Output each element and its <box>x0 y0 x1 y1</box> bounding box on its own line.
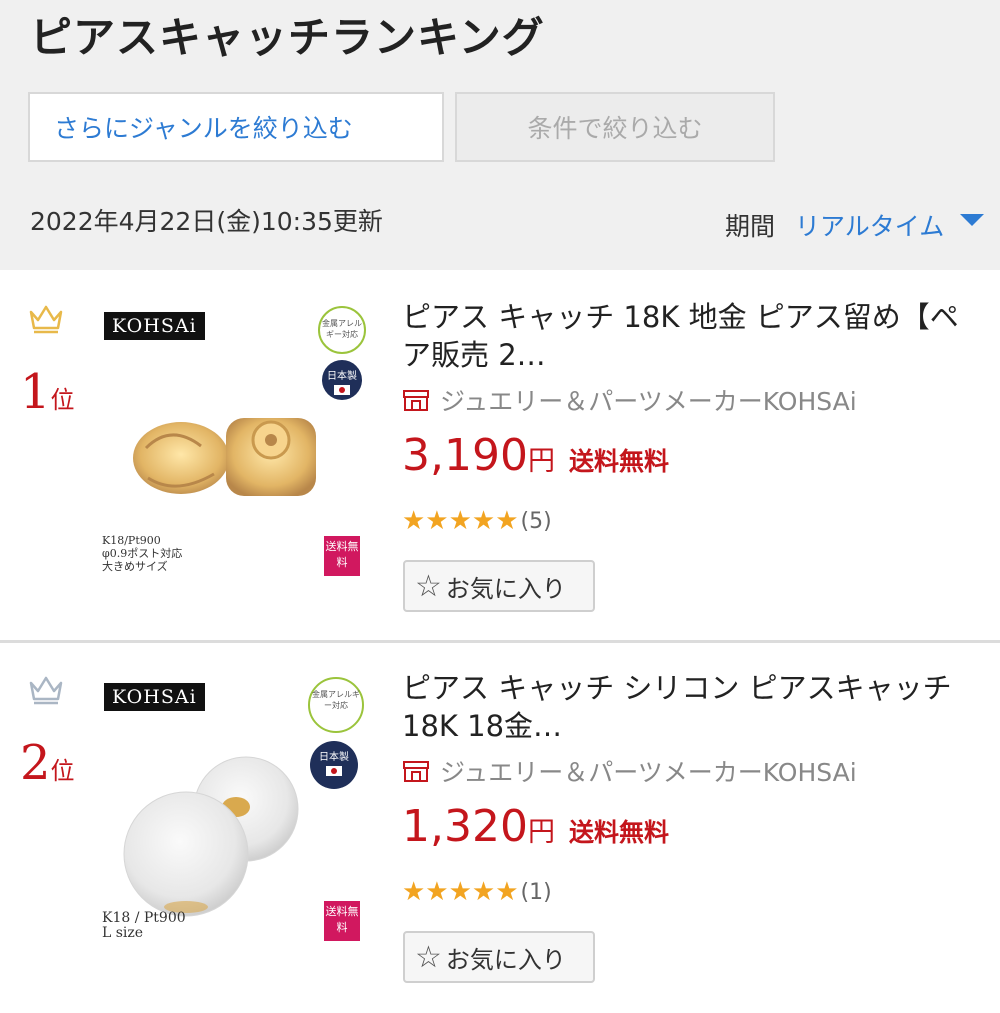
page-title: ピアスキャッチランキング <box>30 13 545 62</box>
star-outline-icon: ☆ <box>415 568 442 604</box>
shop-name[interactable]: ジュエリー＆パーツメーカーKOHSAi <box>402 753 857 789</box>
allergy-badge: 金属アレルギー対応 <box>318 306 366 354</box>
rating[interactable]: ★★★★★ (1) <box>402 879 552 905</box>
favorite-button[interactable]: ☆ お気に入り <box>403 931 595 983</box>
condition-filter-button[interactable]: 条件で絞り込む <box>455 92 775 162</box>
price: 1,320 <box>402 801 528 852</box>
silicone-earring-back-image <box>123 756 299 917</box>
period-select[interactable]: リアルタイム <box>795 207 944 243</box>
review-count: (5) <box>520 508 552 534</box>
rank-label: 2位 <box>20 735 75 791</box>
favorite-button[interactable]: ☆ お気に入り <box>403 560 595 612</box>
genre-filter-button[interactable]: さらにジャンルを絞り込む <box>28 92 444 162</box>
currency: 円 <box>527 817 555 848</box>
header: ピアスキャッチランキング さらにジャンルを絞り込む 条件で絞り込む 2022年4… <box>0 0 1000 270</box>
currency: 円 <box>527 446 555 477</box>
rating[interactable]: ★★★★★ (5) <box>402 508 552 534</box>
japan-flag-icon <box>334 385 350 395</box>
shop-icon <box>403 761 429 782</box>
product-image[interactable]: KOHSAi 金属アレルギー対応 日本製 K18 / Pt900 L size … <box>96 669 374 965</box>
shipping-label: 送料無料 <box>568 447 669 476</box>
star-icon: ★★★★★ <box>402 877 519 907</box>
made-in-japan-badge: 日本製 <box>322 360 362 400</box>
free-shipping-badge: 送料無料 <box>324 536 360 576</box>
ranking-item[interactable]: 1位 KOHSAi 金属アレルギー対応 日本製 K18/Pt900 φ0.9ポス… <box>0 272 1000 642</box>
price-row: 3,190 円 送料無料 <box>402 430 669 481</box>
chevron-down-icon[interactable] <box>960 214 984 226</box>
allergy-badge: 金属アレルギー対応 <box>308 677 364 733</box>
made-in-japan-badge: 日本製 <box>310 741 358 789</box>
product-image[interactable]: KOHSAi 金属アレルギー対応 日本製 K18/Pt900 φ0.9ポスト対応… <box>96 298 374 594</box>
spec-text: K18 / Pt900 L size <box>102 910 186 941</box>
rank-label: 1位 <box>20 364 75 420</box>
period-label: 期間 <box>725 212 776 241</box>
free-shipping-badge: 送料無料 <box>324 901 360 941</box>
brand-logo: KOHSAi <box>104 683 205 711</box>
gold-crown-icon <box>29 305 63 334</box>
star-outline-icon: ☆ <box>415 939 442 975</box>
japan-flag-icon <box>326 766 342 776</box>
ranking-item[interactable]: 2位 KOHSAi 金属アレルギー対応 日本製 K18 / Pt900 L si… <box>0 643 1000 1013</box>
product-title[interactable]: ピアス キャッチ 18K 地金 ピアス留め【ペア販売 2… <box>402 298 982 374</box>
shipping-label: 送料無料 <box>568 818 669 847</box>
brand-logo: KOHSAi <box>104 312 205 340</box>
shop-icon <box>403 390 429 411</box>
spec-text: K18/Pt900 φ0.9ポスト対応 大きめサイズ <box>102 534 183 573</box>
price-row: 1,320 円 送料無料 <box>402 801 669 852</box>
gold-earring-back-image <box>133 418 316 496</box>
star-icon: ★★★★★ <box>402 506 519 536</box>
updated-timestamp: 2022年4月22日(金)10:35更新 <box>30 207 383 236</box>
silver-crown-icon <box>29 676 63 705</box>
shop-name[interactable]: ジュエリー＆パーツメーカーKOHSAi <box>402 382 857 418</box>
price: 3,190 <box>402 430 528 481</box>
review-count: (1) <box>520 879 552 905</box>
product-title[interactable]: ピアス キャッチ シリコン ピアスキャッチ 18K 18金… <box>402 669 982 745</box>
